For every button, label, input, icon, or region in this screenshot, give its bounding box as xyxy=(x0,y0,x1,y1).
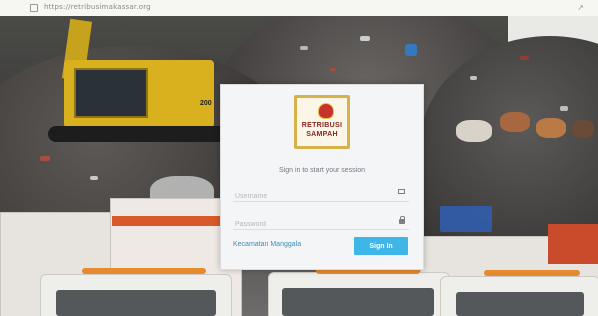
username-input[interactable] xyxy=(233,188,385,205)
extension-icon[interactable]: ↗ xyxy=(577,3,584,12)
excavator-track xyxy=(48,126,228,142)
url-text[interactable]: https://retribusimakassar.org xyxy=(44,3,151,11)
password-field xyxy=(233,213,409,233)
goat xyxy=(536,118,566,138)
password-input[interactable] xyxy=(233,216,385,233)
logo-subtitle: SAMPAH xyxy=(306,131,338,138)
goat xyxy=(456,120,492,142)
lock-icon xyxy=(399,216,405,224)
goat xyxy=(500,112,530,132)
login-box-message: Sign in to start your session xyxy=(279,167,365,174)
login-box: RETRIBUSI SAMPAH Sign in to start your s… xyxy=(220,84,424,270)
truck-windshield xyxy=(56,290,216,316)
envelope-icon xyxy=(398,189,405,194)
district-link[interactable]: Kecamatan Manggala xyxy=(233,241,301,248)
site-lock-icon xyxy=(30,4,38,12)
browser-address-bar[interactable]: https://retribusimakassar.org ↗ xyxy=(0,0,598,17)
truck-windshield xyxy=(282,288,434,316)
excavator-model-text: 200 xyxy=(200,100,212,107)
excavator-window xyxy=(74,68,148,118)
truck-siren xyxy=(82,268,206,274)
app-logo: RETRIBUSI SAMPAH xyxy=(294,95,350,149)
sign-in-button[interactable]: Sign In xyxy=(354,237,408,255)
logo-frame: RETRIBUSI SAMPAH xyxy=(297,98,347,146)
goat xyxy=(572,120,594,138)
username-field xyxy=(233,185,409,205)
truck-siren xyxy=(484,270,580,276)
city-emblem-icon xyxy=(318,103,334,119)
truck-trim xyxy=(548,224,598,264)
truck-windshield xyxy=(456,292,584,316)
logo-title: RETRIBUSI xyxy=(301,122,343,129)
